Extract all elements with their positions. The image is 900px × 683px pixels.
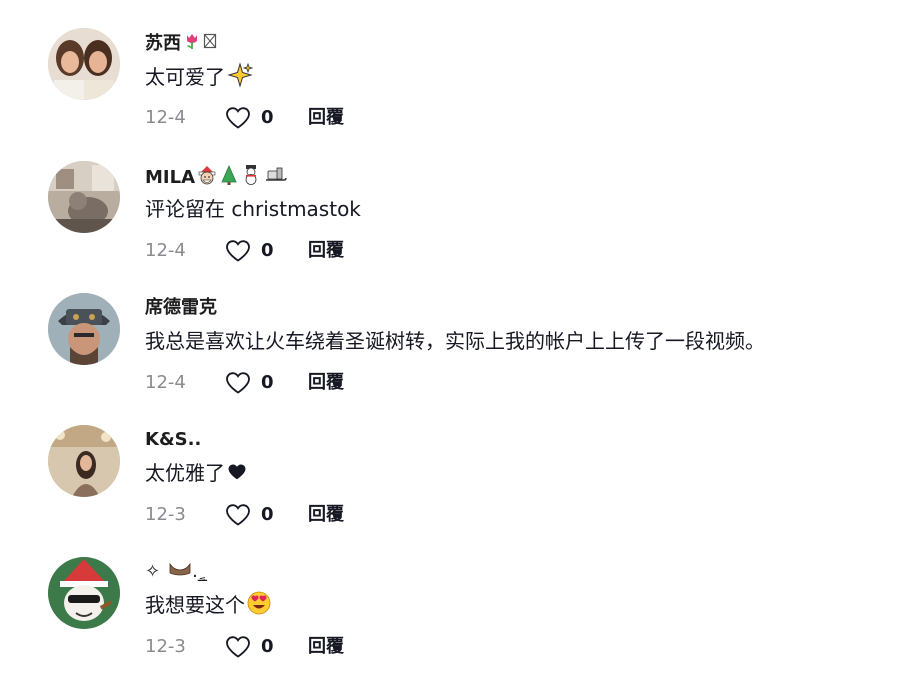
avatar[interactable] [48,161,120,233]
reply-button[interactable]: 回覆 [308,501,344,529]
username-text: MILA [145,167,196,188]
username[interactable]: K&S.. [145,429,201,451]
like-count: 0 [261,636,274,657]
comment-date: 12-3 [145,636,186,657]
reply-button[interactable]: 回覆 [308,369,344,397]
heart-outline-icon [226,107,250,129]
heart-outline-icon [226,240,250,262]
avatar[interactable] [48,425,120,497]
comment-text: 太可爱了 [145,62,254,95]
comment-text-content: 我想要这个 [145,593,245,617]
comment-date: 12-4 [145,107,186,128]
username-suffix: ._ٍ [192,561,207,582]
black-heart-emoji [227,461,247,489]
comment-text-content: 我总是喜欢让火车绕着圣诞树转，实际上我的帐户上上传了一段视频。 [145,329,765,353]
like-button[interactable] [225,503,251,527]
snowman-emoji [241,165,261,191]
box-glyph [203,32,217,56]
like-count: 0 [261,504,274,525]
avatar[interactable] [48,293,120,365]
comment-text: 我总是喜欢让火车绕着圣诞树转，实际上我的帐户上上传了一段视频。 [145,327,765,355]
comment-item: ✧ ._ٍ 我想要这个 12-3 0 回覆 [0,529,900,661]
username-text: 苏西 [145,33,181,54]
comment-item: 席德雷克 我总是喜欢让火车绕着圣诞树转，实际上我的帐户上上传了一段视频。 12-… [0,265,900,397]
username-text: 席德雷克 [145,297,217,318]
like-button[interactable] [225,239,251,263]
username[interactable]: MILA [145,165,287,191]
reply-button[interactable]: 回覆 [308,104,344,132]
avatar[interactable] [48,28,120,100]
like-button[interactable] [225,371,251,395]
reply-button[interactable]: 回覆 [308,237,344,265]
comment-item: 苏西 太可爱了 12-4 0 回覆 [0,0,900,132]
sparkles-emoji [227,62,254,95]
username-text: ✧ [145,561,161,582]
username[interactable]: ✧ ._ٍ [145,561,207,583]
like-button[interactable] [225,106,251,130]
heart-eyes-emoji [247,591,271,622]
comment-text-content: 评论留在 christmastok [145,197,361,221]
comment-date: 12-4 [145,240,186,261]
boot-emoji [168,561,192,583]
comment-text-content: 太优雅了 [145,461,225,485]
comment-text: 评论留在 christmastok [145,195,361,223]
heart-outline-icon [226,504,250,526]
like-count: 0 [261,240,274,261]
comment-text-content: 太可爱了 [145,65,225,89]
reply-button[interactable]: 回覆 [308,633,344,661]
heart-outline-icon [226,372,250,394]
comment-item: MILA 评论留在 christmastok 12-4 0 回覆 [0,133,900,265]
username[interactable]: 席德雷克 [145,297,217,319]
comment-text: 太优雅了 [145,459,247,489]
santa-emoji [197,165,217,191]
like-count: 0 [261,372,274,393]
sleigh-emoji [263,165,287,191]
tulip-emoji [183,32,201,56]
comment-text: 我想要这个 [145,591,271,622]
christmas-tree-emoji [219,165,239,191]
comment-item: K&S.. 太优雅了 12-3 0 回覆 [0,397,900,529]
username-text: K&S.. [145,429,202,450]
username[interactable]: 苏西 [145,32,217,56]
heart-outline-icon [226,636,250,658]
comment-date: 12-4 [145,372,186,393]
like-count: 0 [261,107,274,128]
comment-date: 12-3 [145,504,186,525]
like-button[interactable] [225,635,251,659]
avatar[interactable] [48,557,120,629]
